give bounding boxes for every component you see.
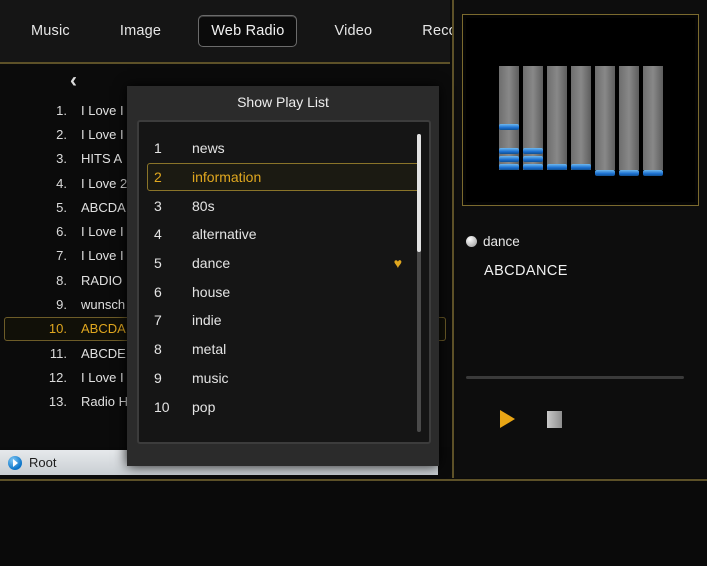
genre-list-item[interactable]: 1 news <box>147 134 421 163</box>
station-index: 7. <box>56 248 67 264</box>
tab-video[interactable]: Video <box>321 15 385 47</box>
station-index: 6. <box>56 224 67 240</box>
genre-index: 7 <box>154 312 162 329</box>
visualizer-column <box>570 66 591 170</box>
station-index: 10. <box>48 321 67 337</box>
genre-list-item[interactable]: 4 alternative <box>147 220 421 249</box>
genre-index: 10 <box>154 398 170 415</box>
bottom-toolbar: Play List Sort Download Search USB i Exi… <box>0 479 707 566</box>
station-name: ABCDA <box>81 199 126 215</box>
genre-index: 5 <box>154 255 162 272</box>
web-radio-app: Music Image Web Radio Video Record ‹ 1. … <box>0 0 707 566</box>
dialog-title: Show Play List <box>127 86 439 118</box>
tab-web-radio[interactable]: Web Radio <box>198 15 298 47</box>
progress-bar[interactable] <box>466 376 684 379</box>
station-name: wunsch <box>81 297 126 313</box>
back-chevron-icon[interactable]: ‹ <box>70 70 77 91</box>
station-index: 1. <box>56 102 67 118</box>
station-name: I Love I <box>81 248 124 264</box>
genre-name: alternative <box>192 226 257 243</box>
genre-bullet-icon <box>466 236 477 247</box>
genre-name: house <box>192 283 231 300</box>
station-name: I Love I <box>81 224 124 240</box>
visualizer-column <box>522 66 543 170</box>
tab-music[interactable]: Music <box>18 15 83 47</box>
station-index: 4. <box>56 175 67 191</box>
visualizer-column <box>618 66 639 176</box>
visualizer-column <box>498 66 519 170</box>
genre-name: 80s <box>192 197 215 214</box>
station-name: I Love I <box>81 126 124 142</box>
now-playing-title: ABCDANCE <box>484 263 568 279</box>
tab-bar: Music Image Web Radio Video Record <box>0 0 470 64</box>
genre-label: dance <box>483 234 520 249</box>
stop-icon[interactable] <box>547 410 562 428</box>
dialog-scrollbar[interactable] <box>417 134 421 432</box>
genre-index: 1 <box>154 140 162 157</box>
genre-list-item[interactable]: 5 dance ♥ <box>147 249 421 278</box>
station-name: I Love I <box>81 369 124 385</box>
genre-name: news <box>192 140 225 157</box>
station-name: HITS A <box>81 151 123 167</box>
station-name: Radio H <box>81 394 128 410</box>
station-index: 5. <box>56 199 67 215</box>
genre-list: 1 news 2 information 3 80s 4 alternative… <box>139 134 429 421</box>
show-play-list-dialog: Show Play List 1 news 2 information 3 80… <box>127 86 439 466</box>
genre-index: 3 <box>154 197 162 214</box>
genre-name: metal <box>192 341 227 358</box>
genre-index: 2 <box>154 169 162 186</box>
spectrum-visualizer <box>462 14 699 206</box>
station-name: ABCDA <box>81 321 126 337</box>
genre-index: 9 <box>154 369 162 386</box>
genre-list-item-selected[interactable]: 2 information <box>147 162 421 192</box>
genre-name: music <box>192 369 229 386</box>
visualizer-column <box>642 66 663 176</box>
play-icon[interactable] <box>500 410 515 428</box>
station-name: RADIO <box>81 272 123 288</box>
genre-name: pop <box>192 398 216 415</box>
station-index: 2. <box>56 126 67 142</box>
playback-panel: dance ABCDANCE <box>452 0 707 478</box>
tab-list: Music Image Web Radio Video Record <box>0 0 470 62</box>
dialog-body: 1 news 2 information 3 80s 4 alternative… <box>137 120 431 444</box>
station-name: I Love 2 <box>81 175 128 191</box>
genre-list-item[interactable]: 7 indie <box>147 306 421 335</box>
station-index: 3. <box>56 151 67 167</box>
favorite-heart-icon[interactable]: ♥ <box>394 256 402 270</box>
genre-index: 8 <box>154 341 162 358</box>
status-bar-label: Root <box>29 455 57 470</box>
station-name: I Love I <box>81 102 124 118</box>
genre-list-item[interactable]: 3 80s <box>147 191 421 220</box>
play-circle-icon <box>8 455 22 470</box>
genre-index: 6 <box>154 283 162 300</box>
tab-image[interactable]: Image <box>107 15 174 47</box>
genre-list-item[interactable]: 9 music <box>147 364 421 393</box>
visualizer-canvas <box>466 18 695 202</box>
genre-name: indie <box>192 312 222 329</box>
station-index: 12. <box>48 369 67 385</box>
station-name: ABCDE <box>81 345 126 361</box>
station-index: 9. <box>56 297 67 313</box>
visualizer-column <box>594 66 615 176</box>
transport-controls <box>500 410 562 428</box>
station-index: 8. <box>56 272 67 288</box>
station-index: 13. <box>48 394 67 410</box>
genre-name: information <box>192 169 262 186</box>
genre-list-item[interactable]: 6 house <box>147 277 421 306</box>
station-index: 11. <box>49 345 67 361</box>
dialog-scrollbar-thumb[interactable] <box>417 134 421 252</box>
genre-list-item[interactable]: 10 pop <box>147 392 421 421</box>
genre-index: 4 <box>154 226 162 243</box>
genre-name: dance <box>192 255 231 272</box>
genre-list-item[interactable]: 8 metal <box>147 335 421 364</box>
now-playing-genre: dance <box>466 234 520 249</box>
visualizer-column <box>546 66 567 170</box>
visualizer-bars <box>498 66 663 176</box>
